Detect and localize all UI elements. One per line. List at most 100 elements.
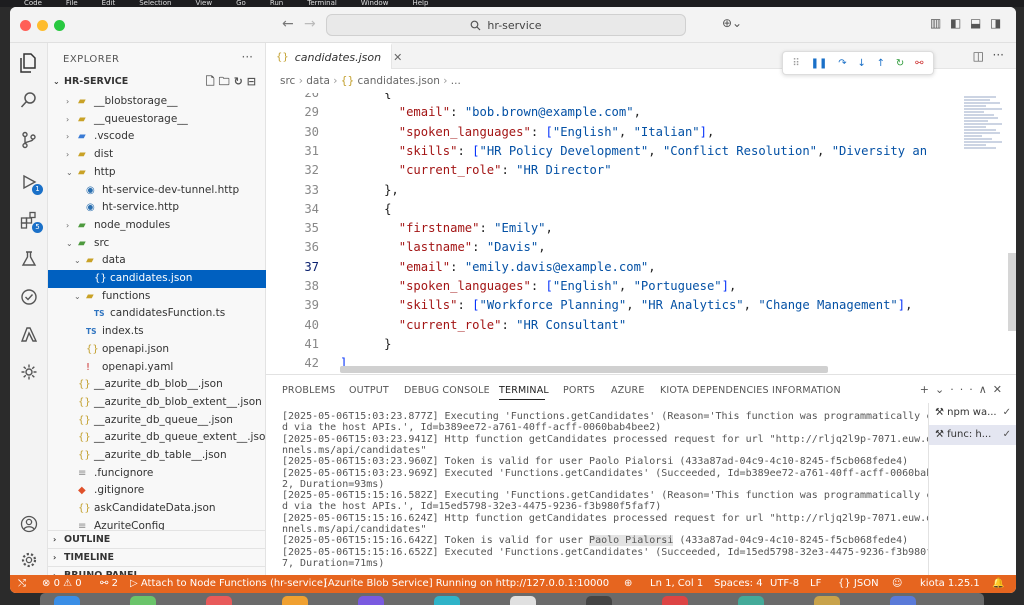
tree-item[interactable]: ≡ .funcignore [48, 465, 266, 483]
ports-status[interactable]: ⚯ 2 [100, 575, 118, 593]
menubar-item[interactable]: Go [236, 0, 246, 7]
breadcrumb-more[interactable]: ... [451, 75, 461, 87]
dock-app-icon[interactable] [358, 596, 384, 605]
outline-section-header[interactable]: › OUTLINE [48, 530, 266, 548]
customize-layout-icon[interactable]: ▥ [930, 16, 941, 30]
dock-app-icon[interactable] [814, 596, 840, 605]
disconnect-icon[interactable]: ⚯ [915, 58, 923, 69]
azure-icon[interactable] [18, 324, 40, 346]
tree-item[interactable]: {} __azurite_db_queue__.json [48, 412, 266, 430]
editor-vertical-scrollbar[interactable] [1008, 253, 1016, 331]
new-file-icon[interactable]: 🗋 [206, 75, 219, 88]
command-center[interactable]: hr-service [326, 14, 686, 36]
problems-status[interactable]: ⊗ 0 ⚠ 0 [42, 575, 82, 593]
close-panel-icon[interactable]: ✕ [993, 383, 1008, 396]
minimap[interactable] [956, 93, 1012, 175]
step-out-icon[interactable]: ↑ [877, 58, 885, 69]
terminal-instance[interactable]: ⚒ npm wa... ✓ [929, 403, 1016, 423]
tree-item[interactable]: ⌄ ▰ data [48, 252, 266, 270]
new-folder-icon[interactable]: 🗀 [219, 75, 234, 88]
step-into-icon[interactable]: ↓ [857, 58, 865, 69]
tree-item[interactable]: {} __azurite_db_blob_extent__.json [48, 394, 266, 412]
dock-app-icon[interactable] [738, 596, 764, 605]
drag-handle-icon[interactable]: ⠿ [792, 58, 799, 69]
menubar-item[interactable]: Help [412, 0, 428, 7]
kiota-icon[interactable] [18, 361, 40, 383]
tree-item[interactable]: ! openapi.yaml [48, 359, 266, 377]
tree-item[interactable]: › ▰ .vscode [48, 128, 266, 146]
notifications-icon[interactable]: 🔔 [992, 575, 1004, 593]
account-icon[interactable] [18, 513, 40, 535]
pause-icon[interactable]: ❚❚ [811, 58, 828, 69]
maximize-panel-icon[interactable]: ∧ [979, 383, 993, 396]
tree-item[interactable]: TS candidatesFunction.ts [48, 305, 266, 323]
kiota-status[interactable]: kiota 1.25.1 [920, 575, 980, 593]
tree-item[interactable]: {} __azurite_db_blob__.json [48, 376, 266, 394]
toggle-panel-icon[interactable]: ⬓ [970, 16, 981, 30]
debug-status[interactable]: ▷ Attach to Node Functions (hr-service) [130, 575, 327, 593]
language-mode[interactable]: {} JSON [838, 575, 879, 593]
tree-item[interactable]: {} openapi.json [48, 341, 266, 359]
tab-azure[interactable]: AZURE [611, 385, 645, 396]
menubar-item[interactable]: Window [361, 0, 389, 7]
dock-app-icon[interactable] [662, 596, 688, 605]
dock-app-icon[interactable] [206, 596, 232, 605]
restart-icon[interactable]: ↻ [896, 58, 904, 69]
azurite-status[interactable]: [Azurite Blob Service] Running on http:/… [324, 575, 609, 593]
zoom-icon[interactable]: ⊕ [624, 575, 632, 593]
extensions-icon[interactable]: 5 [18, 209, 43, 233]
tab-kiota-dependencies-information[interactable]: KIOTA DEPENDENCIES INFORMATION [660, 385, 841, 396]
breadcrumb-data[interactable]: data [306, 75, 330, 87]
tree-item[interactable]: TS index.ts [48, 323, 266, 341]
tree-item[interactable]: › ▰ node_modules [48, 217, 266, 235]
tab-candidates-json[interactable]: {} candidates.json ✕ [266, 43, 402, 69]
tree-item[interactable]: › ▰ __queuestorage__ [48, 111, 266, 129]
workspace-root-header[interactable]: ⌄ HR-SERVICE 🗋🗀↻⊟ [48, 73, 266, 91]
explorer-icon[interactable] [18, 52, 40, 74]
tree-item[interactable]: › ▰ __blobstorage__ [48, 93, 266, 111]
menubar-item[interactable]: Code [24, 0, 42, 7]
toggle-sidebar-icon[interactable]: ◧ [950, 16, 961, 30]
close-tab-icon[interactable]: ✕ [393, 51, 402, 64]
timeline-section-header[interactable]: › TIMELINE [48, 548, 266, 566]
breadcrumb-file[interactable]: candidates.json [358, 75, 440, 87]
terminal-instance[interactable]: ⚒ func: h... ✓ [929, 425, 1016, 445]
collapse-all-icon[interactable]: ⊟ [247, 75, 260, 88]
source-control-icon[interactable] [18, 129, 40, 151]
testing-icon[interactable] [18, 248, 40, 270]
tree-item[interactable]: ⌄ ▰ functions [48, 288, 266, 306]
tree-item[interactable]: › ▰ dist [48, 146, 266, 164]
end-of-line[interactable]: LF [810, 575, 821, 593]
menubar-item[interactable]: Run [270, 0, 283, 7]
panel-more-icon[interactable]: ··· [950, 383, 979, 396]
dock-app-icon[interactable] [130, 596, 156, 605]
menubar-item[interactable]: Terminal [307, 0, 337, 7]
dock-app-icon[interactable] [586, 596, 612, 605]
copilot-status-icon[interactable]: ☺ [892, 575, 902, 593]
dock-app-icon[interactable] [54, 596, 80, 605]
editor-horizontal-scrollbar[interactable] [340, 366, 828, 373]
cursor-position[interactable]: Ln 1, Col 1 [650, 575, 703, 593]
tree-item[interactable]: {} askCandidateData.json [48, 500, 266, 518]
more-actions-icon[interactable]: ··· [242, 50, 253, 64]
dock-app-icon[interactable] [282, 596, 308, 605]
copilot-icon[interactable]: ⊕⌄ [722, 16, 742, 30]
tree-item[interactable]: ◉ ht-service-dev-tunnel.http [48, 182, 266, 200]
remote-indicator-icon[interactable]: ⤭ [18, 575, 26, 593]
settings-gear-icon[interactable] [18, 549, 40, 571]
tree-item[interactable]: ⌄ ▰ http [48, 164, 266, 182]
maximize-window-button[interactable] [54, 20, 65, 31]
tab-terminal[interactable]: TERMINAL [499, 385, 549, 396]
tab-debug-console[interactable]: DEBUG CONSOLE [404, 385, 490, 396]
toggle-secondary-sidebar-icon[interactable]: ◨ [990, 16, 1001, 30]
menubar-item[interactable]: View [195, 0, 212, 7]
tree-item[interactable]: {} candidates.json [48, 270, 266, 288]
tree-item[interactable]: ◉ ht-service.http [48, 199, 266, 217]
tab-ports[interactable]: PORTS [563, 385, 595, 396]
back-arrow-icon[interactable]: ← [282, 16, 294, 32]
step-over-icon[interactable]: ↷ [838, 58, 846, 69]
menubar-item[interactable]: File [66, 0, 78, 7]
breadcrumb-src[interactable]: src [280, 75, 295, 87]
dock-app-icon[interactable] [510, 596, 536, 605]
tree-item[interactable]: ⌄ ▰ src [48, 235, 266, 253]
